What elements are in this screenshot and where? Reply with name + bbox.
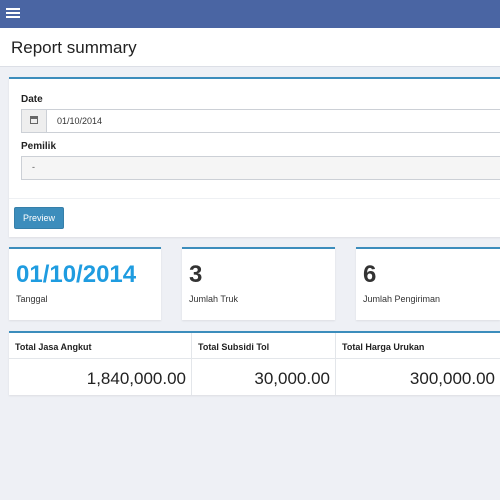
page-title: Report summary	[11, 38, 137, 57]
title-bar: Report summary	[0, 28, 500, 67]
stat-card-date: 01/10/2014 Tanggal	[9, 247, 161, 320]
panel-divider	[9, 198, 500, 199]
stat-value: 6	[363, 261, 377, 288]
date-addon[interactable]	[22, 110, 47, 132]
stat-label: Jumlah Pengiriman	[363, 294, 441, 304]
preview-button[interactable]: Preview	[14, 207, 64, 229]
owner-label: Pemilik	[21, 141, 57, 152]
column-header: Total Harga Urukan	[342, 342, 425, 352]
total-value: 1,840,000.00	[86, 369, 186, 388]
calendar-icon	[30, 116, 38, 124]
owner-select[interactable]: -	[21, 156, 500, 180]
stat-card-deliveries: 6 Jumlah Pengiriman	[356, 247, 500, 320]
column-header: Total Jasa Angkut	[15, 342, 92, 352]
column-header: Total Subsidi Tol	[198, 342, 270, 352]
stat-value: 01/10/2014	[16, 261, 137, 288]
top-navbar	[0, 0, 500, 28]
owner-select-value: -	[32, 162, 35, 172]
stat-card-trucks: 3 Jumlah Truk	[182, 247, 335, 320]
totals-table: Total Jasa Angkut 1,840,000.00 Total Sub…	[9, 331, 500, 395]
totals-column: Total Harga Urukan 300,000.00	[336, 333, 500, 395]
stat-label: Tanggal	[16, 294, 48, 304]
hamburger-icon[interactable]	[6, 6, 20, 22]
filter-panel: Date Pemilik - Preview	[9, 77, 500, 237]
totals-column: Total Subsidi Tol 30,000.00	[192, 333, 336, 395]
stat-label: Jumlah Truk	[189, 294, 239, 304]
date-input-group	[21, 109, 500, 133]
total-value: 300,000.00	[409, 369, 495, 388]
date-input[interactable]	[47, 110, 500, 132]
totals-column: Total Jasa Angkut 1,840,000.00	[9, 333, 192, 395]
stat-value: 3	[189, 261, 203, 288]
date-label: Date	[21, 94, 43, 105]
total-value: 30,000.00	[254, 369, 330, 388]
